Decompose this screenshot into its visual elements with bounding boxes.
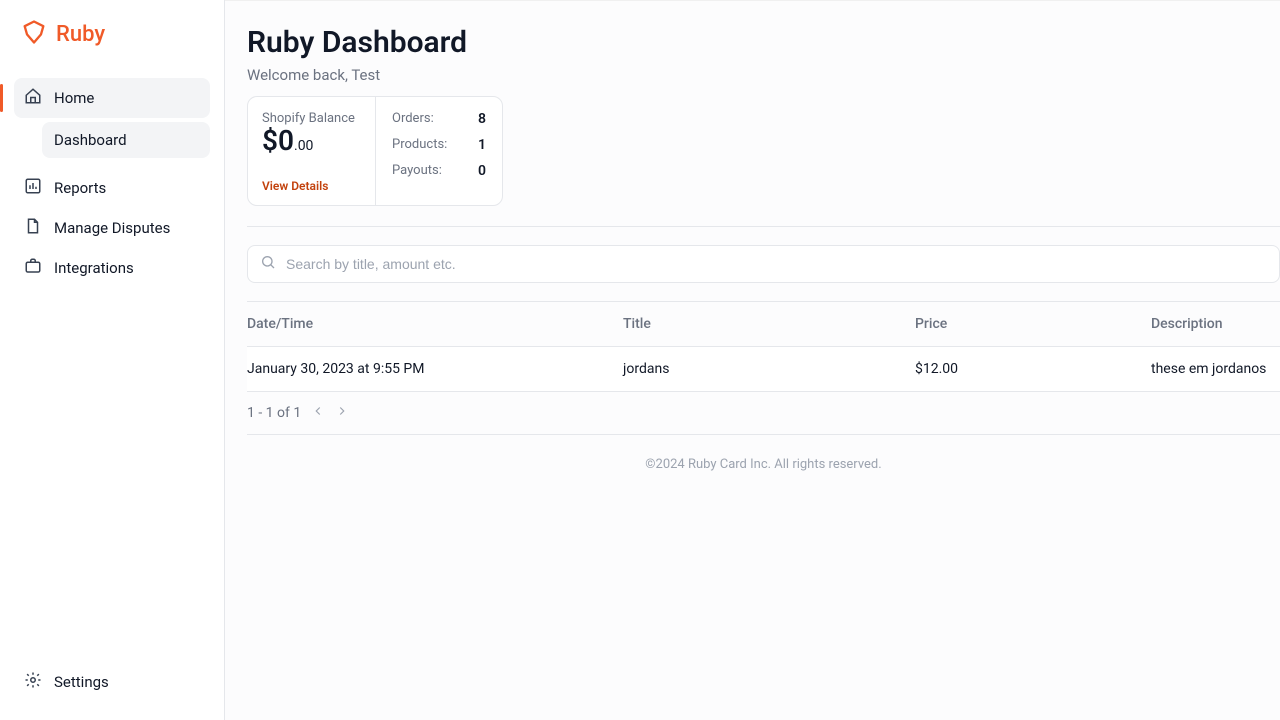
col-desc: Description bbox=[1151, 316, 1280, 332]
balance-amount: $0.00 bbox=[262, 126, 361, 157]
gear-icon bbox=[24, 671, 42, 693]
sidebar: Ruby Home Dashboard Reports Manage Dispu… bbox=[0, 0, 225, 720]
sidebar-item-integrations[interactable]: Integrations bbox=[14, 248, 210, 288]
col-price: Price bbox=[915, 316, 1151, 332]
briefcase-icon bbox=[24, 257, 42, 279]
stat-label: Products: bbox=[392, 137, 447, 153]
cell-date: January 30, 2023 at 9:55 PM bbox=[247, 361, 623, 377]
table-header: Date/Time Title Price Description bbox=[247, 302, 1280, 347]
sidebar-item-home[interactable]: Home bbox=[14, 78, 210, 118]
chart-icon bbox=[24, 177, 42, 199]
sidebar-item-label: Integrations bbox=[54, 259, 134, 277]
sidebar-item-label: Reports bbox=[54, 179, 106, 197]
page-title: Ruby Dashboard bbox=[247, 25, 1280, 60]
home-icon bbox=[24, 87, 42, 109]
chevron-left-icon[interactable] bbox=[311, 404, 325, 422]
search-box[interactable] bbox=[247, 245, 1280, 283]
sidebar-item-label: Settings bbox=[54, 673, 109, 691]
chevron-right-icon[interactable] bbox=[335, 404, 349, 422]
sidebar-subitem-label: Dashboard bbox=[54, 131, 127, 149]
col-date: Date/Time bbox=[247, 316, 623, 332]
sidebar-item-reports[interactable]: Reports bbox=[14, 168, 210, 208]
view-details-link[interactable]: View Details bbox=[262, 179, 361, 193]
sidebar-item-label: Manage Disputes bbox=[54, 219, 170, 237]
sidebar-item-disputes[interactable]: Manage Disputes bbox=[14, 208, 210, 248]
stat-row-payouts: Payouts: 0 bbox=[392, 163, 486, 179]
search-icon bbox=[260, 254, 276, 274]
stat-value: 1 bbox=[478, 137, 486, 153]
stat-label: Payouts: bbox=[392, 163, 442, 179]
cell-price: $12.00 bbox=[915, 361, 1151, 377]
pagination: 1 - 1 of 1 bbox=[247, 392, 1280, 435]
nav: Home Dashboard Reports Manage Disputes I… bbox=[0, 78, 224, 662]
ruby-icon bbox=[20, 18, 48, 50]
stats-card: Shopify Balance $0.00 View Details Order… bbox=[247, 96, 503, 206]
cell-title: jordans bbox=[623, 361, 915, 377]
stat-row-products: Products: 1 bbox=[392, 137, 486, 153]
balance-main: $0 bbox=[262, 124, 294, 157]
balance-cents: .00 bbox=[294, 138, 313, 154]
stat-row-orders: Orders: 8 bbox=[392, 111, 486, 127]
stat-value: 0 bbox=[478, 163, 486, 179]
sidebar-subitem-dashboard[interactable]: Dashboard bbox=[42, 122, 210, 158]
stat-value: 8 bbox=[478, 111, 486, 127]
cell-desc: these em jordanos bbox=[1151, 361, 1280, 377]
table-row[interactable]: January 30, 2023 at 9:55 PM jordans $12.… bbox=[247, 347, 1280, 392]
welcome-text: Welcome back, Test bbox=[247, 66, 1280, 84]
document-icon bbox=[24, 217, 42, 239]
orders-table: Date/Time Title Price Description Januar… bbox=[247, 301, 1280, 392]
stat-label: Orders: bbox=[392, 111, 434, 127]
brand-name: Ruby bbox=[56, 22, 105, 47]
search-input[interactable] bbox=[286, 256, 1267, 272]
sidebar-item-label: Home bbox=[54, 89, 94, 107]
col-title: Title bbox=[623, 316, 915, 332]
main: Ruby Dashboard Welcome back, Test Shopif… bbox=[225, 0, 1280, 720]
footer-text: ©2024 Ruby Card Inc. All rights reserved… bbox=[247, 435, 1280, 494]
brand-logo: Ruby bbox=[0, 18, 224, 50]
pagination-text: 1 - 1 of 1 bbox=[247, 405, 301, 421]
sidebar-item-settings[interactable]: Settings bbox=[14, 662, 210, 702]
